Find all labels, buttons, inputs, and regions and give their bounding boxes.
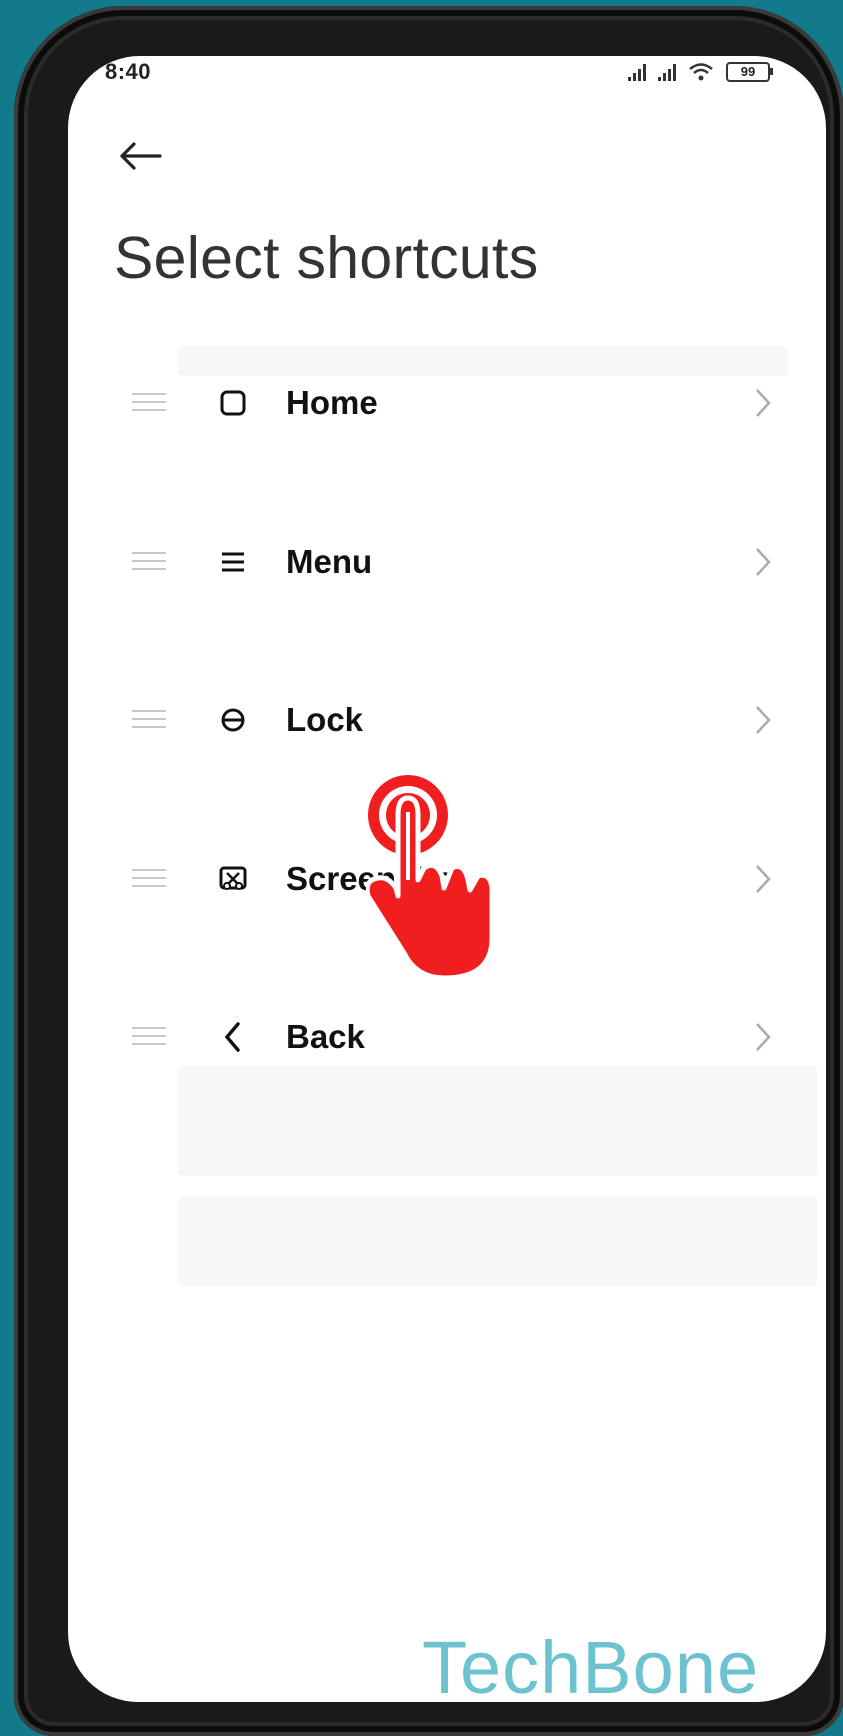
chevron-right-icon: [756, 1023, 771, 1051]
arrow-left-icon: [120, 142, 162, 170]
shortcut-label: Home: [286, 384, 378, 421]
drag-handle-icon[interactable]: [132, 869, 166, 889]
phone-screen: 8:40 99 Select shortcuts Home Menu Lock …: [68, 56, 826, 1702]
phone-frame: 8:40 99 Select shortcuts Home Menu Lock …: [14, 6, 843, 1736]
drag-handle-icon[interactable]: [132, 1027, 166, 1047]
drag-handle-icon[interactable]: [132, 393, 166, 413]
shortcut-label: Menu: [286, 543, 373, 580]
menu-icon: [216, 545, 250, 579]
status-bar: 8:40 99: [68, 56, 826, 90]
shortcut-row-home[interactable]: Home: [68, 343, 826, 463]
tap-hand-icon: [366, 775, 495, 978]
shortcut-row-lock[interactable]: Lock: [68, 660, 826, 780]
status-icons: 99: [628, 62, 773, 82]
signal-icon-2: [658, 63, 676, 81]
status-time: 8:40: [105, 59, 152, 84]
chevron-right-icon: [756, 548, 771, 576]
signal-icon: [628, 63, 646, 81]
back-arrow-button[interactable]: [112, 128, 168, 184]
shortcut-label: Back: [286, 1018, 365, 1055]
shortcut-row-menu[interactable]: Menu: [68, 502, 826, 622]
chevron-right-icon: [756, 706, 771, 734]
watermark-logo: TechBone: [422, 1626, 760, 1702]
chevron-right-icon: [756, 389, 771, 417]
wifi-icon: [689, 63, 713, 81]
lock-icon: [216, 703, 250, 737]
drag-handle-icon[interactable]: [132, 710, 166, 730]
shortcut-label: Lock: [286, 701, 364, 738]
battery-icon: 99: [726, 62, 773, 82]
back-chevron-icon: [216, 1020, 250, 1054]
page-title: Select shortcuts: [114, 225, 539, 291]
faded-background-block-2: [178, 1196, 818, 1286]
screenshot-icon: [216, 862, 250, 896]
chevron-right-icon: [756, 865, 771, 893]
shortcut-row-back[interactable]: Back: [68, 977, 826, 1097]
square-icon: [216, 386, 250, 420]
drag-handle-icon[interactable]: [132, 552, 166, 572]
